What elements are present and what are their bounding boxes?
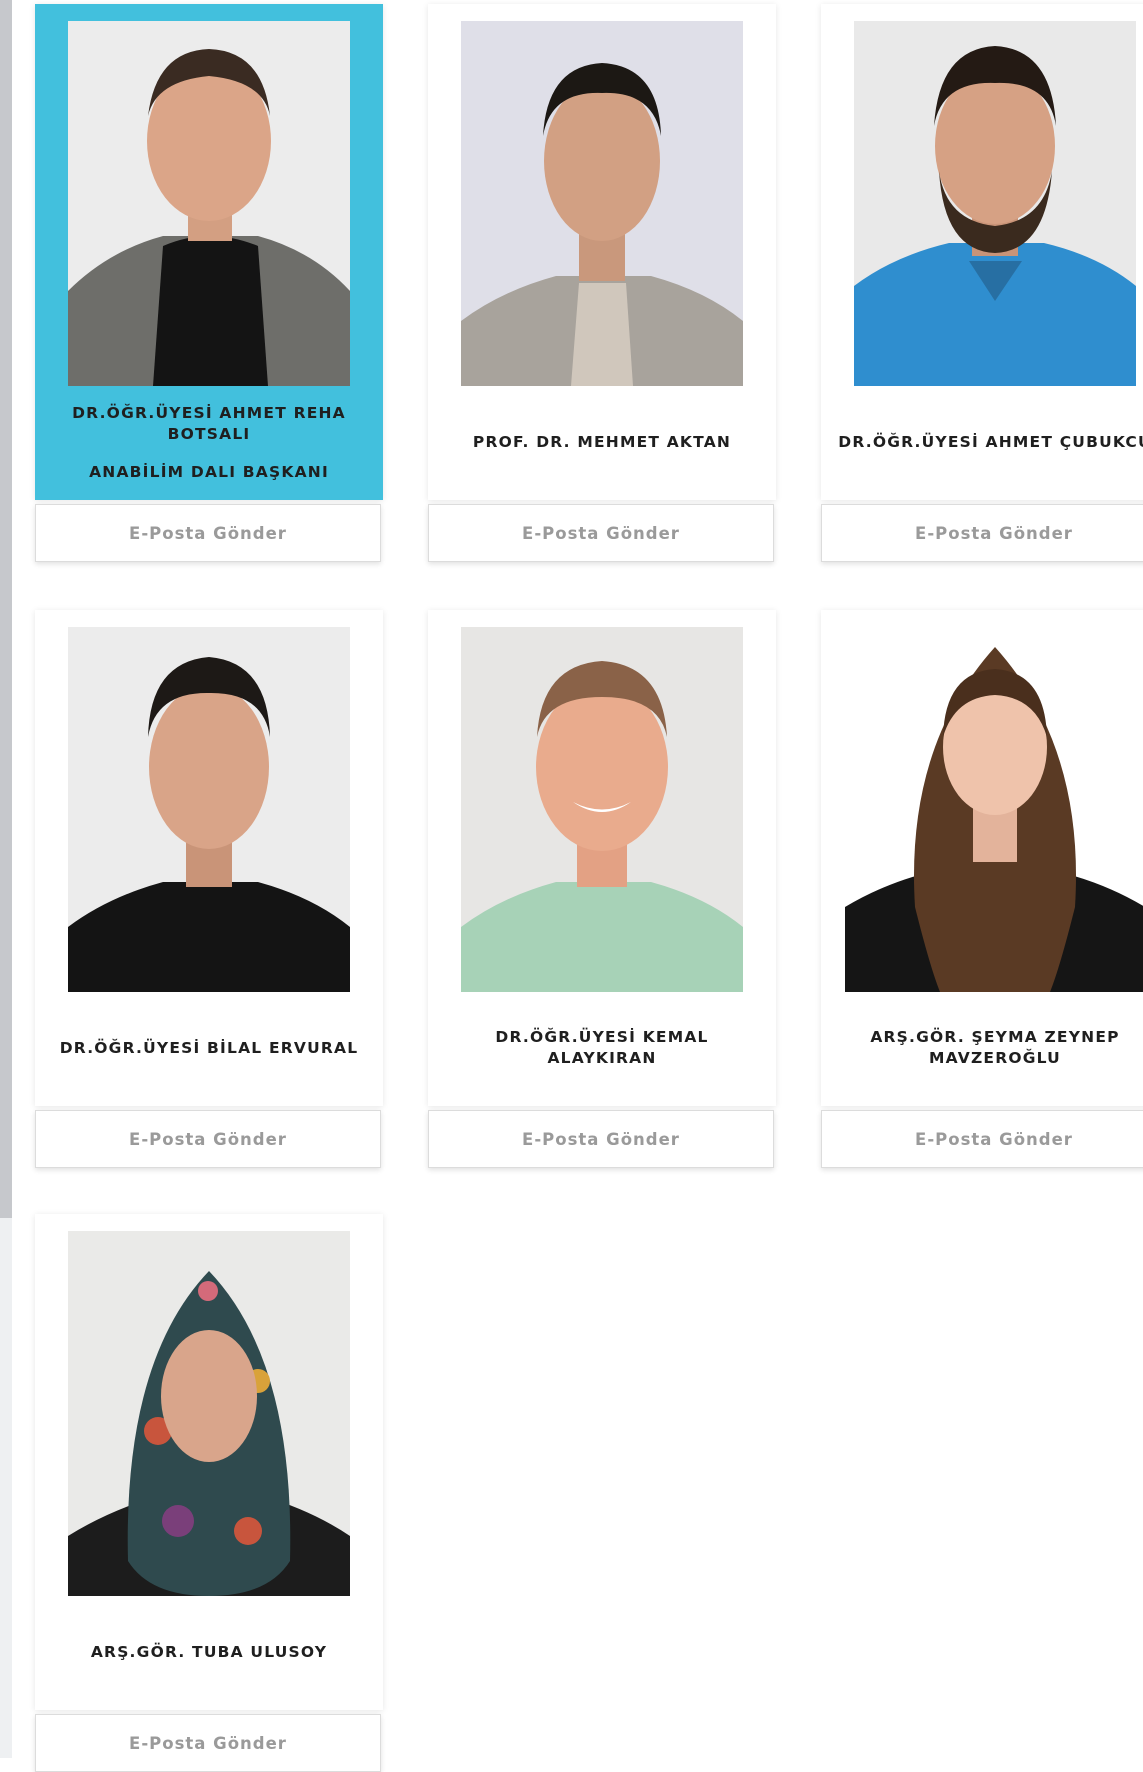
staff-role: ANABİLİM DALI BAŞKANI <box>89 463 329 481</box>
staff-name: DR.ÖĞR.ÜYESİ AHMET ÇUBUKCU <box>838 432 1143 451</box>
send-email-button[interactable]: E-Posta Gönder <box>35 1110 381 1168</box>
staff-name: DR.ÖĞR.ÜYESİ KEMAL ALAYKIRAN <box>495 1028 709 1067</box>
staff-name-block: ARŞ.GÖR. ŞEYMA ZEYNEP MAVZEROĞLU <box>835 992 1143 1104</box>
staff-card-body: DR.ÖĞR.ÜYESİ AHMET ÇUBUKCU <box>821 4 1143 498</box>
send-email-button[interactable]: E-Posta Gönder <box>428 504 774 562</box>
send-email-button[interactable]: E-Posta Gönder <box>35 1714 381 1772</box>
staff-card: DR.ÖĞR.ÜYESİ BİLAL ERVURAL E-Posta Gönde… <box>35 610 383 1168</box>
staff-grid: DR.ÖĞR.ÜYESİ AHMET REHA BOTSALI ANABİLİM… <box>0 0 1143 1772</box>
staff-card-body: DR.ÖĞR.ÜYESİ KEMAL ALAYKIRAN <box>428 610 776 1104</box>
staff-photo <box>68 627 350 992</box>
staff-card: DR.ÖĞR.ÜYESİ AHMET REHA BOTSALI ANABİLİM… <box>35 4 383 562</box>
person-portrait-icon <box>68 627 350 992</box>
person-portrait-icon <box>68 1231 350 1596</box>
staff-photo <box>461 627 743 992</box>
staff-card-body: ARŞ.GÖR. ŞEYMA ZEYNEP MAVZEROĞLU <box>821 610 1143 1104</box>
staff-card-body: ARŞ.GÖR. TUBA ULUSOY <box>35 1214 383 1708</box>
staff-photo <box>461 21 743 386</box>
staff-photo <box>68 1231 350 1596</box>
staff-card-body: DR.ÖĞR.ÜYESİ AHMET REHA BOTSALI ANABİLİM… <box>35 4 383 498</box>
send-email-button[interactable]: E-Posta Gönder <box>821 1110 1143 1168</box>
staff-photo <box>68 21 350 386</box>
staff-name-block: DR.ÖĞR.ÜYESİ AHMET ÇUBUKCU <box>835 386 1143 498</box>
person-portrait-icon <box>461 21 743 386</box>
staff-name-block: DR.ÖĞR.ÜYESİ BİLAL ERVURAL <box>49 992 369 1104</box>
staff-card: PROF. DR. MEHMET AKTAN E-Posta Gönder <box>428 4 776 562</box>
send-email-button[interactable]: E-Posta Gönder <box>35 504 381 562</box>
person-portrait-icon <box>461 627 743 992</box>
person-portrait-icon <box>854 21 1136 386</box>
staff-photo <box>845 627 1143 992</box>
staff-card: ARŞ.GÖR. TUBA ULUSOY E-Posta Gönder <box>35 1214 383 1772</box>
staff-card: DR.ÖĞR.ÜYESİ KEMAL ALAYKIRAN E-Posta Gön… <box>428 610 776 1168</box>
send-email-button[interactable]: E-Posta Gönder <box>821 504 1143 562</box>
staff-name-block: DR.ÖĞR.ÜYESİ AHMET REHA BOTSALI ANABİLİM… <box>49 386 369 498</box>
staff-card-body: PROF. DR. MEHMET AKTAN <box>428 4 776 498</box>
staff-name: DR.ÖĞR.ÜYESİ AHMET REHA BOTSALI <box>72 404 346 443</box>
staff-name: PROF. DR. MEHMET AKTAN <box>472 432 732 451</box>
staff-card: ARŞ.GÖR. ŞEYMA ZEYNEP MAVZEROĞLU E-Posta… <box>821 610 1143 1168</box>
staff-card: DR.ÖĞR.ÜYESİ AHMET ÇUBUKCU E-Posta Gönde… <box>821 4 1143 562</box>
staff-name-block: PROF. DR. MEHMET AKTAN <box>442 386 762 498</box>
staff-name-block: DR.ÖĞR.ÜYESİ KEMAL ALAYKIRAN <box>442 992 762 1104</box>
send-email-button[interactable]: E-Posta Gönder <box>428 1110 774 1168</box>
staff-name: ARŞ.GÖR. ŞEYMA ZEYNEP MAVZEROĞLU <box>870 1028 1120 1067</box>
staff-name: DR.ÖĞR.ÜYESİ BİLAL ERVURAL <box>59 1038 359 1057</box>
staff-name-block: ARŞ.GÖR. TUBA ULUSOY <box>49 1596 369 1708</box>
staff-card-body: DR.ÖĞR.ÜYESİ BİLAL ERVURAL <box>35 610 383 1104</box>
staff-photo <box>854 21 1136 386</box>
person-portrait-icon <box>845 627 1143 992</box>
person-portrait-icon <box>68 21 350 386</box>
staff-name: ARŞ.GÖR. TUBA ULUSOY <box>90 1642 328 1661</box>
